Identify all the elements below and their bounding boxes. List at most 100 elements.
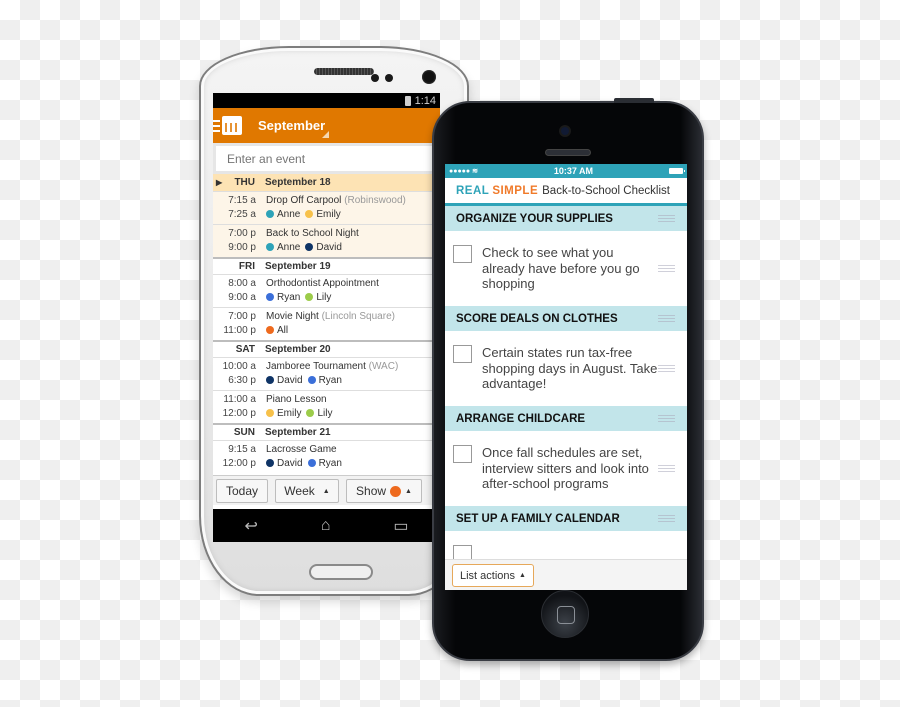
event-times: 7:00 p 11:00 p (213, 310, 256, 340)
day-of-week: FRI (238, 261, 255, 272)
person-color-dot (266, 376, 274, 384)
day-header[interactable]: ▶ THU September 18 (213, 174, 440, 191)
drag-handle-icon[interactable] (658, 215, 675, 222)
event-title: Piano Lesson (266, 394, 327, 405)
event-info: Piano Lesson Emily Lily (266, 393, 337, 423)
event-title: Drop Off Carpool (266, 195, 342, 206)
event-info: Lacrosse Game David Ryan (266, 443, 347, 473)
today-button[interactable]: Today (216, 479, 268, 503)
checkbox[interactable] (453, 345, 472, 363)
event-end-time: 7:25 a (228, 209, 256, 220)
person-color-dot (305, 210, 314, 218)
event-title-line: Orthodontist Appointment (266, 277, 379, 291)
event-row[interactable]: 7:00 p 11:00 p Movie Night (Lincoln Square… (213, 307, 440, 340)
iphone-status-time: 10:37 AM (553, 166, 594, 176)
event-start-time: 8:00 a (228, 278, 256, 289)
event-title: Movie Night (266, 311, 319, 322)
drag-handle-icon[interactable] (658, 315, 675, 322)
drag-handle-icon[interactable] (658, 465, 675, 472)
event-title-line: Piano Lesson (266, 393, 337, 407)
attendee-name: Emily (316, 209, 341, 220)
event-row[interactable]: 7:15 a 7:25 a Drop Off Carpool (Robinswood… (213, 191, 440, 224)
event-start-time: 7:15 a (228, 195, 256, 206)
event-times: 10:00 a 6:30 p (213, 360, 256, 390)
drag-handle-icon[interactable] (658, 265, 675, 272)
show-color-dot (390, 485, 402, 497)
day-header[interactable]: SUN September 21 (213, 423, 440, 440)
checkbox[interactable] (453, 245, 472, 263)
person-color-dot (266, 409, 274, 417)
current-day-marker-icon: ▶ (216, 178, 223, 187)
day-header[interactable]: FRI September 19 (213, 257, 440, 274)
attendee-name: David (277, 375, 303, 386)
event-row[interactable]: 8:00 a 9:00 a Orthodontist Appointment Ryan… (213, 274, 440, 307)
menu-icon (213, 119, 220, 132)
drag-handle-icon[interactable] (658, 515, 675, 522)
checkbox[interactable] (453, 445, 472, 463)
checklist-section-header[interactable]: ORGANIZE YOUR SUPPLIES (445, 206, 687, 231)
event-row[interactable]: 9:15 a 12:00 p Lacrosse Game David Ryan (213, 440, 440, 473)
event-title: Orthodontist Appointment (266, 278, 379, 289)
checklist-section-header[interactable]: SET UP A FAMILY CALENDAR (445, 506, 687, 531)
home-icon[interactable]: ⌂ (321, 517, 331, 535)
android-nav-bar: ↩ ⌂ ▭ (213, 509, 440, 542)
event-title: Jamboree Tournament (266, 361, 366, 372)
show-button[interactable]: Show ▲ (346, 479, 422, 503)
android-status-bar: 1:14 (213, 93, 440, 108)
event-end-time: 12:00 p (222, 458, 256, 469)
front-camera (422, 70, 436, 84)
iphone-bottom-bar: List actions ▲ (445, 559, 687, 590)
checklist-section-header[interactable]: ARRANGE CHILDCARE (445, 406, 687, 431)
event-times: 8:00 a 9:00 a (213, 277, 256, 307)
battery-icon (668, 168, 685, 174)
drag-handle-icon[interactable] (658, 415, 675, 422)
event-agenda-list[interactable]: ▶ THU September 18 7:15 a 7:25 a Drop Off Car… (213, 174, 440, 473)
event-title-line: Lacrosse Game (266, 443, 347, 457)
power-button[interactable] (614, 98, 654, 103)
hardware-home-button[interactable] (309, 564, 373, 580)
checklist-title: Back-to-School Checklist (542, 184, 670, 197)
event-input[interactable] (216, 146, 437, 171)
home-button[interactable] (541, 590, 589, 638)
checklist-item: Check to see what you already have befor… (445, 231, 687, 306)
event-title-line: Movie Night (Lincoln Square) (266, 310, 395, 324)
event-row[interactable]: 11:00 a 12:00 p Piano Lesson Emily Lily (213, 390, 440, 423)
month-selector[interactable]: September (258, 118, 325, 133)
section-heading: SCORE DEALS ON CLOTHES (456, 312, 618, 325)
recent-apps-icon[interactable]: ▭ (393, 516, 408, 536)
dropdown-indicator-icon (322, 131, 329, 138)
event-row[interactable]: 7:00 p 9:00 p Back to School Night Anne Davi… (213, 224, 440, 257)
person-color-dot (307, 459, 316, 467)
event-start-time: 11:00 a (223, 394, 256, 405)
person-color-dot (305, 293, 314, 301)
person-color-dot (266, 243, 274, 251)
event-row[interactable]: 10:00 a 6:30 p Jamboree Tournament (WAC) Da… (213, 357, 440, 390)
event-end-time: 6:30 p (228, 375, 256, 386)
event-location: (Robinswood) (344, 195, 406, 206)
event-times: 9:15 a 12:00 p (213, 443, 256, 473)
section-heading: ARRANGE CHILDCARE (456, 412, 586, 425)
iphone-status-bar: ●●●●● ≋ 10:37 AM (445, 164, 687, 178)
menu-calendar-icon[interactable] (213, 115, 243, 137)
list-actions-button[interactable]: List actions ▲ (452, 564, 534, 587)
event-attendees: Emily Lily (266, 407, 337, 421)
proximity-sensor (371, 74, 379, 82)
event-title: Back to School Night (266, 228, 359, 239)
event-attendees: Ryan Lily (266, 291, 379, 305)
day-header[interactable]: SAT September 20 (213, 340, 440, 357)
person-color-dot (306, 409, 315, 417)
checklist-section-header[interactable]: SCORE DEALS ON CLOTHES (445, 306, 687, 331)
drag-handle-icon[interactable] (658, 365, 675, 372)
event-start-time: 10:00 a (222, 361, 256, 372)
checklist-title-bar: REAL SIMPLE Back-to-School Checklist (445, 178, 687, 206)
week-button[interactable]: Week ▲ (275, 479, 339, 503)
checklist[interactable]: ORGANIZE YOUR SUPPLIES Check to see what … (445, 206, 687, 590)
day-date: September 20 (265, 344, 331, 355)
back-icon[interactable]: ↩ (244, 516, 257, 536)
front-camera (561, 127, 569, 135)
event-title: Lacrosse Game (266, 444, 337, 455)
attendee-name: Ryan (318, 458, 342, 469)
day-of-week: THU (234, 177, 255, 188)
event-times: 7:15 a 7:25 a (213, 194, 256, 224)
event-info: Orthodontist Appointment Ryan Lily (266, 277, 379, 307)
